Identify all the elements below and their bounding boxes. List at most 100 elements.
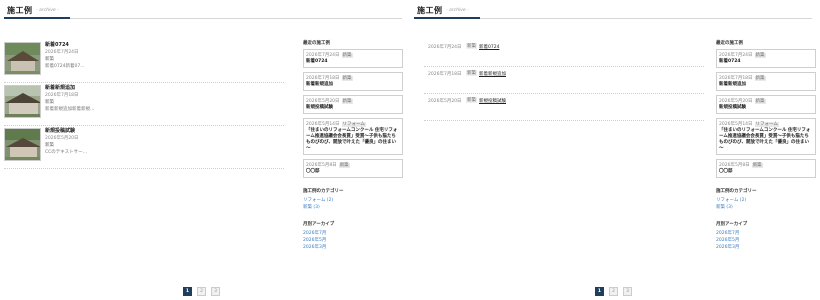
- categories-heading: 施工例のカテゴリー: [303, 189, 344, 194]
- categories-heading: 施工例のカテゴリー: [716, 189, 757, 194]
- post-meta: 新着新規追加 2026年7月18日 新築 新着新規追加新着新規…: [45, 85, 284, 113]
- recent-title[interactable]: 「住まいのリフォームコンクール 住宅リフォーム推進協議会会長賞」受賞～子供も猫た…: [306, 128, 400, 152]
- recent-title[interactable]: 〇〇邸: [306, 169, 400, 175]
- category-link[interactable]: リフォーム (2): [303, 197, 403, 204]
- recent-card[interactable]: 2026年7月18日 新築 新着新規追加: [716, 72, 816, 91]
- pagination: 1 2 3: [595, 287, 632, 296]
- page-button[interactable]: 2: [609, 287, 618, 296]
- recent-heading: 最近の施工例: [303, 41, 330, 46]
- recent-tag: 新築: [754, 99, 766, 104]
- archive-heading: 月別アーカイブ: [716, 222, 748, 227]
- recent-card[interactable]: 2026年5月14日 リフォーム 「住まいのリフォームコンクール 住宅リフォーム推…: [716, 118, 816, 155]
- archive-link[interactable]: 2026年3月: [716, 244, 816, 251]
- post-excerpt: 新着0724新着07…: [45, 64, 85, 69]
- page-button-current[interactable]: 1: [183, 287, 192, 296]
- item-date: 2026年5月20日: [428, 99, 462, 104]
- recent-tag: 新築: [341, 53, 353, 58]
- recent-date: 2026年5月20日: [306, 99, 340, 104]
- page-header: 施工例 - archive -: [4, 4, 402, 19]
- title-underline: [414, 17, 480, 19]
- item-date: 2026年7月18日: [428, 72, 462, 77]
- archive-link[interactable]: 2026年7月: [303, 230, 403, 237]
- recent-card[interactable]: 2026年5月8日 新築 〇〇邸: [716, 159, 816, 178]
- post-list: 新着0724 2026年7月24日 新築 新着0724新着07… 新着新規追加 …: [4, 40, 284, 169]
- page-title: 施工例: [417, 6, 443, 15]
- page-subtitle: - archive -: [446, 8, 469, 13]
- recent-title[interactable]: 新着新規追加: [306, 82, 400, 88]
- page-button[interactable]: 3: [623, 287, 632, 296]
- recent-tag: 新築: [341, 99, 353, 104]
- recent-date: 2026年5月8日: [719, 163, 750, 168]
- recent-date: 2026年5月14日: [306, 122, 340, 127]
- item-date: 2026年7月24日: [428, 45, 462, 50]
- post-category[interactable]: 新築: [45, 142, 284, 149]
- post-item[interactable]: 新規投稿試験 2026年5月20日 新築 CCのテキストサー…: [4, 126, 284, 169]
- recent-tag: 新築: [754, 53, 766, 58]
- categories-section: 施工例のカテゴリー リフォーム (2) 新築 (3): [716, 188, 816, 211]
- recent-date: 2026年5月8日: [306, 163, 337, 168]
- recent-card[interactable]: 2026年5月8日 新築 〇〇邸: [303, 159, 403, 178]
- title-underline: [4, 17, 70, 19]
- page-button[interactable]: 2: [197, 287, 206, 296]
- recent-title[interactable]: 新着0724: [306, 59, 400, 65]
- item-category: 新築: [466, 43, 477, 49]
- category-link[interactable]: 新築 (3): [303, 204, 403, 211]
- post-category[interactable]: 新築: [45, 56, 284, 63]
- recent-title[interactable]: 〇〇邸: [719, 169, 813, 175]
- post-item[interactable]: 新着0724 2026年7月24日 新築 新着0724新着07…: [4, 40, 284, 83]
- post-thumbnail[interactable]: [4, 85, 41, 118]
- recent-date: 2026年5月14日: [719, 122, 753, 127]
- recent-tag: 新築: [338, 163, 350, 168]
- post-excerpt: 新着新規追加新着新規…: [45, 107, 95, 112]
- archive-link[interactable]: 2026年7月: [716, 230, 816, 237]
- recent-title[interactable]: 新規投稿試験: [719, 105, 813, 111]
- category-link[interactable]: 新築 (3): [716, 204, 816, 211]
- recent-card[interactable]: 2026年5月20日 新築 新規投稿試験: [303, 95, 403, 114]
- post-title[interactable]: 新着新規追加: [45, 85, 284, 92]
- list-item[interactable]: 2026年7月24日 新築 新着0724: [424, 40, 704, 67]
- archive-link[interactable]: 2026年3月: [303, 244, 403, 251]
- post-title[interactable]: 新規投稿試験: [45, 128, 284, 135]
- post-meta: 新着0724 2026年7月24日 新築 新着0724新着07…: [45, 42, 284, 70]
- archive-section: 月別アーカイブ 2026年7月 2026年5月 2026年3月: [716, 221, 816, 251]
- post-category[interactable]: 新築: [45, 99, 284, 106]
- post-excerpt: CCのテキストサー…: [45, 150, 88, 155]
- right-panel: 施工例 - archive - 2026年7月24日 新築 新着0724 202…: [410, 0, 820, 300]
- item-title-link[interactable]: 新着新規追加: [479, 71, 506, 77]
- recent-date: 2026年7月24日: [719, 53, 753, 58]
- archive-link[interactable]: 2026年5月: [716, 237, 816, 244]
- recent-heading: 最近の施工例: [716, 41, 743, 46]
- recent-title[interactable]: 「住まいのリフォームコンクール 住宅リフォーム推進協議会会長賞」受賞～子供も猫た…: [719, 128, 813, 152]
- recent-title[interactable]: 新着新規追加: [719, 82, 813, 88]
- item-title-link[interactable]: 新着0724: [479, 44, 499, 50]
- categories-section: 施工例のカテゴリー リフォーム (2) 新築 (3): [303, 188, 403, 211]
- pagination: 1 2 3: [183, 287, 220, 296]
- post-list-simple: 2026年7月24日 新築 新着0724 2026年7月18日 新築 新着新規追…: [424, 40, 704, 121]
- archive-link[interactable]: 2026年5月: [303, 237, 403, 244]
- page-button-current[interactable]: 1: [595, 287, 604, 296]
- post-date: 2026年7月18日: [45, 93, 79, 98]
- item-title-link[interactable]: 新規投稿試験: [479, 98, 506, 104]
- recent-title[interactable]: 新着0724: [719, 59, 813, 65]
- recent-tag: 新築: [341, 76, 353, 81]
- page-button[interactable]: 3: [211, 287, 220, 296]
- page-title: 施工例: [7, 6, 33, 15]
- post-thumbnail[interactable]: [4, 128, 41, 161]
- archive-section: 月別アーカイブ 2026年7月 2026年5月 2026年3月: [303, 221, 403, 251]
- post-thumbnail[interactable]: [4, 42, 41, 75]
- recent-card[interactable]: 2026年5月20日 新築 新規投稿試験: [716, 95, 816, 114]
- recent-card[interactable]: 2026年7月24日 新築 新着0724: [716, 49, 816, 68]
- list-item[interactable]: 2026年5月20日 新築 新規投稿試験: [424, 94, 704, 121]
- post-item[interactable]: 新着新規追加 2026年7月18日 新築 新着新規追加新着新規…: [4, 83, 284, 126]
- recent-title[interactable]: 新規投稿試験: [306, 105, 400, 111]
- post-title[interactable]: 新着0724: [45, 42, 284, 49]
- recent-card[interactable]: 2026年7月24日 新築 新着0724: [303, 49, 403, 68]
- item-category: 新築: [466, 97, 477, 103]
- recent-date: 2026年7月18日: [306, 76, 340, 81]
- list-item[interactable]: 2026年7月18日 新築 新着新規追加: [424, 67, 704, 94]
- recent-date: 2026年7月18日: [719, 76, 753, 81]
- category-link[interactable]: リフォーム (2): [716, 197, 816, 204]
- recent-card[interactable]: 2026年5月14日 リフォーム 「住まいのリフォームコンクール 住宅リフォーム推…: [303, 118, 403, 155]
- recent-card[interactable]: 2026年7月18日 新築 新着新規追加: [303, 72, 403, 91]
- sidebar: 最近の施工例 2026年7月24日 新築 新着0724 2026年7月18日 新築 …: [716, 40, 816, 251]
